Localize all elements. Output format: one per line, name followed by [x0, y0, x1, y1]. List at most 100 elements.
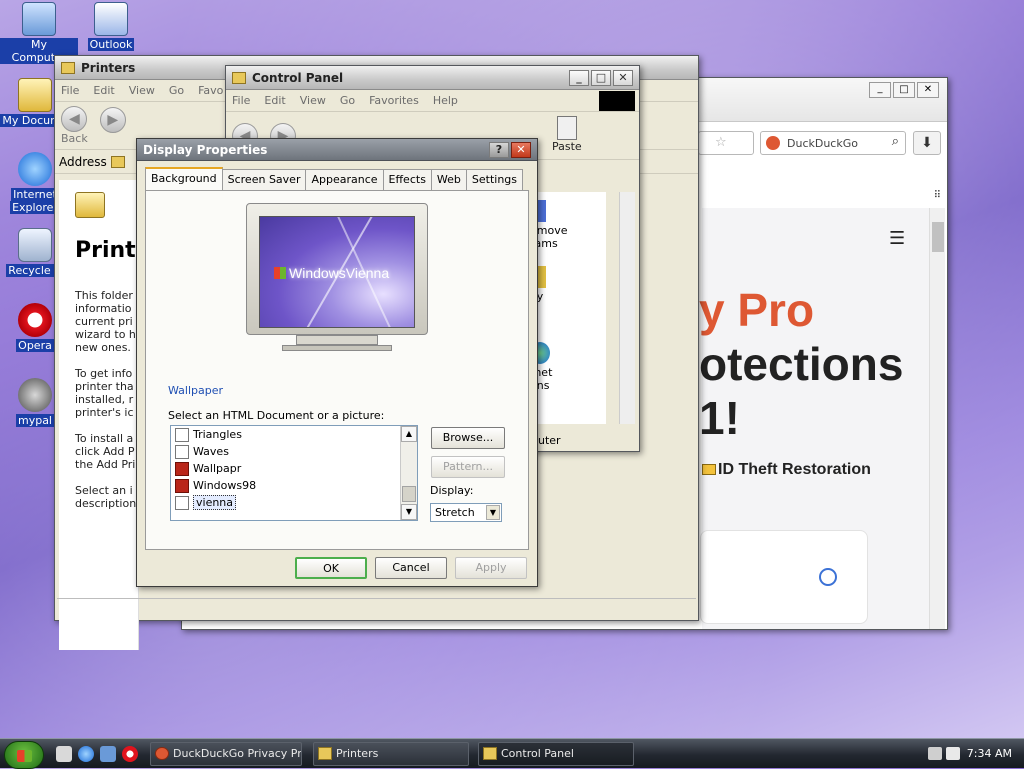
overflow-icon[interactable]: ⠿ [934, 190, 941, 201]
outlook-icon [94, 2, 128, 36]
scroll-thumb[interactable] [402, 486, 416, 502]
star-icon[interactable]: ☆ [715, 135, 727, 150]
search-input[interactable]: DuckDuckGo ⌕ [760, 131, 906, 155]
list-item[interactable]: Wallpapr [171, 460, 417, 477]
control-panel-icon [483, 747, 497, 760]
search-icon[interactable]: ⌕ [892, 134, 899, 149]
list-scrollbar[interactable]: ▲ ▼ [400, 426, 417, 520]
start-button[interactable] [4, 741, 44, 769]
internet-explorer-icon[interactable] [78, 746, 94, 762]
desktop-icon-label: Outlook [87, 38, 135, 51]
chevron-down-icon[interactable]: ▼ [486, 505, 500, 520]
loading-icon [819, 568, 837, 586]
menu-file[interactable]: File [61, 84, 79, 97]
my-documents-icon [18, 78, 52, 112]
close-button[interactable]: ✕ [917, 82, 939, 98]
feature-label: ID Theft Restoration [718, 461, 871, 478]
address-label: Address [59, 154, 107, 169]
maximize-button[interactable]: □ [893, 82, 915, 98]
bitmap-icon [175, 427, 189, 442]
close-button[interactable]: ✕ [511, 141, 531, 158]
tab-appearance[interactable]: Appearance [305, 169, 384, 190]
headline-line2: otections [699, 338, 904, 390]
monitor-preview: WindowsVienna [246, 203, 428, 335]
close-button[interactable]: ✕ [613, 69, 633, 86]
menu-view[interactable]: View [300, 94, 326, 107]
browse-button[interactable]: Browse... [431, 427, 505, 449]
paste-icon [556, 116, 577, 140]
menu-icon[interactable]: ☰ [889, 228, 905, 249]
item-label: Windows98 [193, 479, 257, 492]
menu-edit[interactable]: Edit [264, 94, 285, 107]
display-properties-dialog: Display Properties ? ✕ Background Screen… [136, 138, 538, 587]
menu-help[interactable]: Help [433, 94, 458, 107]
minimize-button[interactable]: _ [869, 82, 891, 98]
scroll-up-icon[interactable]: ▲ [401, 426, 417, 442]
list-item-selected[interactable]: vienna [171, 494, 417, 511]
mypal-icon [18, 378, 52, 412]
url-bar[interactable]: ☆ [698, 131, 754, 155]
paste-label: Paste [552, 140, 582, 153]
menu-favorites[interactable]: Favo [198, 84, 223, 97]
cancel-button[interactable]: Cancel [375, 557, 447, 579]
menu-view[interactable]: View [129, 84, 155, 97]
menu-go[interactable]: Go [340, 94, 355, 107]
network-icon[interactable] [928, 747, 942, 760]
apply-button[interactable]: Apply [455, 557, 527, 579]
show-desktop-icon[interactable] [56, 746, 72, 762]
menu-favorites[interactable]: Favorites [369, 94, 419, 107]
tab-strip: Background Screen Saver Appearance Effec… [145, 167, 524, 191]
ok-button[interactable]: OK [295, 557, 367, 579]
tab-effects[interactable]: Effects [382, 169, 432, 190]
dialog-titlebar[interactable]: Display Properties ? ✕ [137, 139, 537, 161]
list-item[interactable]: Windows98 [171, 477, 417, 494]
taskbar-item-control-panel[interactable]: Control Panel [478, 742, 634, 766]
dialog-title: Display Properties [143, 142, 268, 157]
menu-go[interactable]: Go [169, 84, 184, 97]
wallpaper-preview: WindowsVienna [259, 216, 415, 328]
opera-icon[interactable] [122, 746, 138, 762]
headline-red: y Pro [699, 284, 815, 336]
pattern-button[interactable]: Pattern... [431, 456, 505, 478]
taskbar-item-browser[interactable]: DuckDuckGo Privacy Pr... [150, 742, 302, 766]
clock[interactable]: 7:34 AM [967, 747, 1012, 760]
tab-settings[interactable]: Settings [465, 169, 524, 190]
internet-explorer-icon [18, 152, 52, 186]
taskbar: DuckDuckGo Privacy Pr... Printers Contro… [0, 738, 1024, 769]
help-button[interactable]: ? [489, 141, 509, 158]
sidebar-heading: Printe [75, 238, 151, 263]
list-item[interactable]: Waves [171, 443, 417, 460]
wallpaper-list[interactable]: Triangles Waves Wallpapr Windows98 vienn… [170, 425, 418, 521]
task-label: Control Panel [501, 747, 574, 760]
menu-file[interactable]: File [232, 94, 250, 107]
duckduckgo-icon [766, 136, 780, 150]
volume-icon[interactable] [946, 747, 960, 760]
desktop-icon-outlook[interactable]: Outlook [72, 2, 150, 51]
back-button[interactable]: ◀ Back [61, 106, 88, 145]
background-tab-panel: WindowsVienna Wallpaper Select an HTML D… [145, 190, 529, 550]
preview-logo: WindowsVienna [274, 265, 389, 281]
search-placeholder: DuckDuckGo [787, 136, 858, 150]
scroll-thumb[interactable] [932, 222, 944, 252]
scroll-down-icon[interactable]: ▼ [401, 504, 417, 520]
taskbar-item-printers[interactable]: Printers [313, 742, 469, 766]
outlook-icon[interactable] [100, 746, 116, 762]
minimize-button[interactable]: _ [569, 69, 589, 86]
printers-sidebar: Printe This folder informatio current pr… [59, 180, 151, 650]
tab-screen-saver[interactable]: Screen Saver [221, 169, 307, 190]
control-panel-icon [232, 71, 246, 84]
bitmap-icon [175, 495, 189, 510]
paste-button[interactable]: Paste [552, 116, 582, 153]
forward-button[interactable]: ▶ [99, 106, 126, 133]
tab-web[interactable]: Web [430, 169, 467, 190]
display-mode-select[interactable]: Stretch ▼ [430, 503, 502, 522]
list-item[interactable]: Triangles [171, 426, 417, 443]
maximize-button[interactable]: □ [591, 69, 611, 86]
bitmap-icon [175, 444, 189, 459]
menu-edit[interactable]: Edit [93, 84, 114, 97]
tab-background[interactable]: Background [145, 167, 223, 190]
browser-scrollbar[interactable] [929, 208, 945, 629]
control-panel-scrollbar[interactable] [619, 192, 635, 424]
download-icon[interactable]: ⬇ [913, 131, 941, 155]
control-panel-titlebar[interactable]: Control Panel _ □ ✕ [226, 66, 639, 90]
